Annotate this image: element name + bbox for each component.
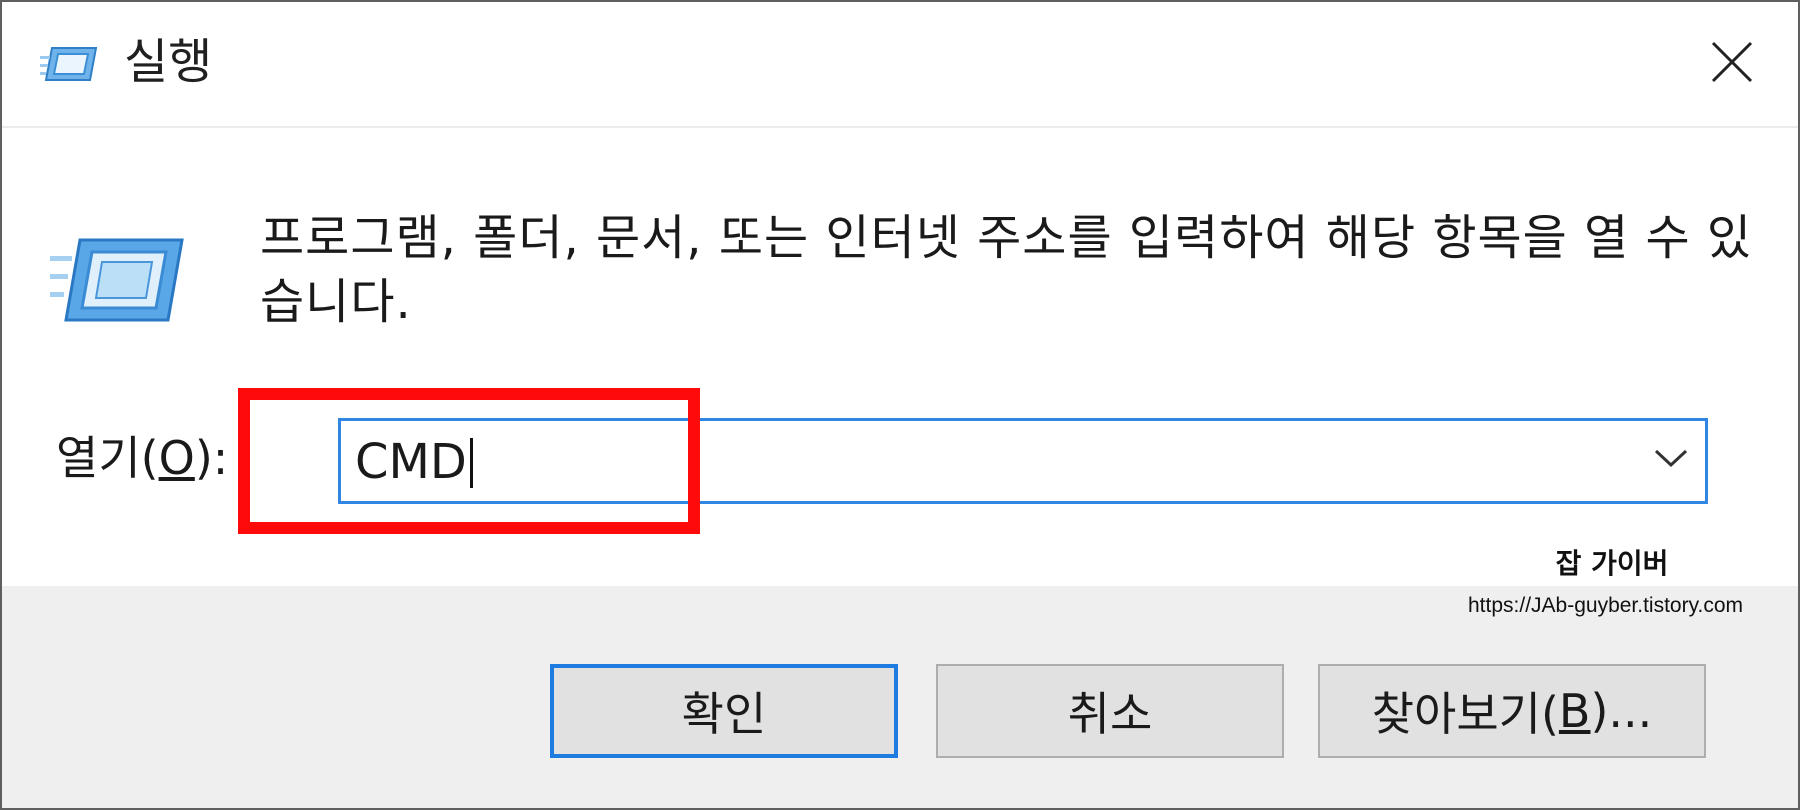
watermark-url: https://JAb-guyber.tistory.com [1468,594,1744,617]
open-combobox[interactable] [338,418,1708,504]
dialog-description: 프로그램, 폴더, 문서, 또는 인터넷 주소를 입력하여 해당 항목을 열 수… [260,210,1753,330]
close-button[interactable] [1688,28,1776,100]
text-caret [470,438,473,488]
open-label-suffix: ): [194,431,229,485]
open-label-prefix: 열기( [56,431,159,485]
run-program-icon [50,230,186,330]
open-input[interactable] [355,429,1555,495]
browse-button[interactable]: 찾아보기(B)... [1318,664,1706,758]
window-title: 실행 [124,34,213,90]
run-dialog: 실행 프로그램, 폴더, 문서, 또는 인터넷 주소를 입력하여 해당 항목을 … [0,0,1800,810]
dropdown-button[interactable] [1642,428,1700,492]
title-bar: 실행 [2,2,1798,128]
open-label-mnemonic: O [158,431,195,485]
chevron-down-icon [1654,448,1688,472]
watermark-name: 잡 가이버 [1555,547,1669,580]
open-field-label: 열기(O): [56,428,228,488]
run-icon [40,42,98,86]
ok-button[interactable]: 확인 [550,664,898,758]
close-icon [1709,39,1755,89]
browse-label-prefix: 찾아보기( [1371,687,1559,741]
browse-label-suffix: )... [1590,684,1653,738]
cancel-button[interactable]: 취소 [936,664,1284,758]
browse-label-mnemonic: B [1558,684,1591,738]
